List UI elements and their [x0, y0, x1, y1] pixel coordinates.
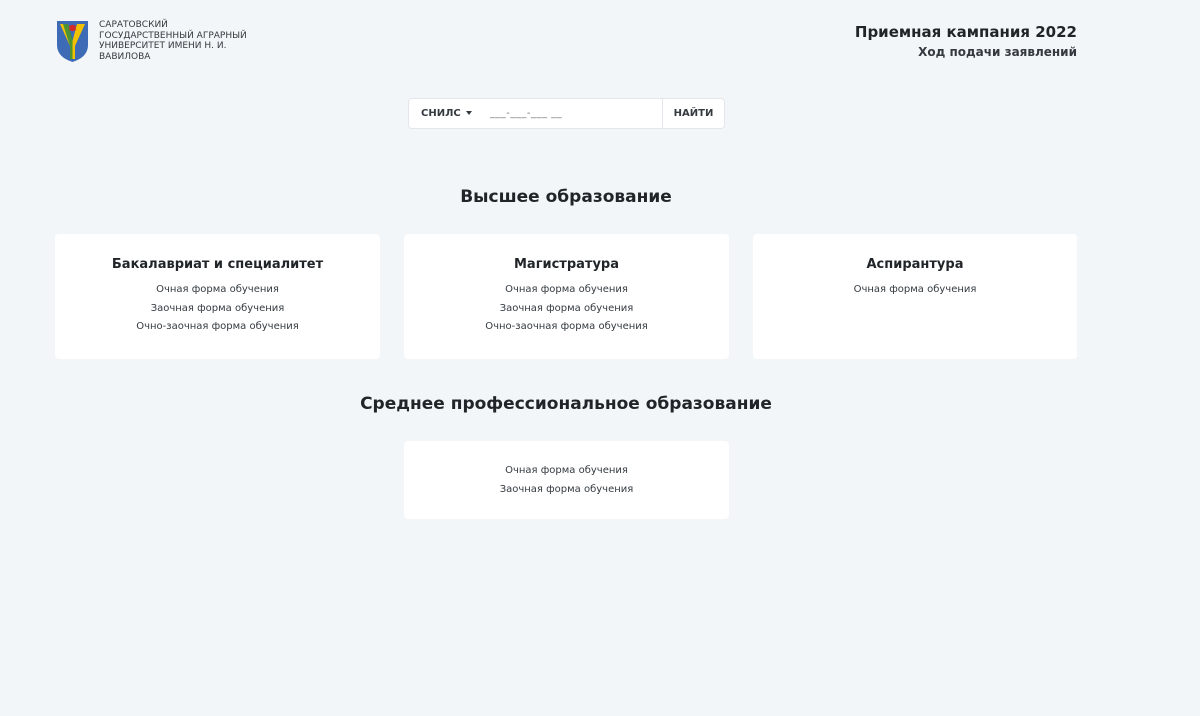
link-mixed-time[interactable]: Очно-заочная форма обучения [404, 318, 729, 337]
caret-down-icon [465, 110, 472, 115]
section-title-higher: Высшее образование [460, 187, 672, 207]
university-logo[interactable]: САРАТОВСКИЙ ГОСУДАРСТВЕННЫЙ АГРАРНЫЙ УНИ… [55, 19, 259, 63]
doc-type-dropdown[interactable]: СНИЛС [409, 99, 482, 128]
find-button[interactable]: НАЙТИ [662, 99, 724, 128]
doc-type-label: СНИЛС [421, 108, 461, 119]
card-master: Магистратура Очная форма обучения Заочна… [404, 234, 729, 359]
campaign-title: Приемная кампания 2022 [854, 23, 1077, 41]
campaign-header: Приемная кампания 2022 Ход подачи заявле… [855, 22, 1077, 61]
card-postgraduate: Аспирантура Очная форма обучения [753, 234, 1077, 359]
card-title: Магистратура [513, 257, 619, 272]
link-part-time[interactable]: Заочная форма обучения [404, 300, 729, 319]
card-bachelor: Бакалавриат и специалитет Очная форма об… [55, 234, 380, 359]
section-title-spo: Среднее профессиональное образование [360, 394, 772, 414]
page: САРАТОВСКИЙ ГОСУДАРСТВЕННЫЙ АГРАРНЫЙ УНИ… [0, 0, 1200, 716]
card-spo: Очная форма обучения Заочная форма обуче… [404, 441, 729, 519]
campaign-subtitle: Ход подачи заявлений [918, 45, 1077, 59]
card-links: Очная форма обучения Заочная форма обуче… [404, 281, 729, 337]
card-links: Очная форма обучения Заочная форма обуче… [55, 281, 380, 337]
link-full-time[interactable]: Очная форма обучения [753, 281, 1077, 300]
search-group: СНИЛС НАЙТИ [408, 98, 725, 129]
card-title: Бакалавриат и специалитет [111, 257, 324, 272]
link-part-time[interactable]: Заочная форма обучения [404, 481, 729, 500]
link-full-time[interactable]: Очная форма обучения [404, 462, 729, 481]
card-title: Аспирантура [866, 257, 964, 272]
university-emblem-icon [57, 21, 88, 62]
card-links: Очная форма обучения [753, 281, 1077, 300]
link-full-time[interactable]: Очная форма обучения [404, 281, 729, 300]
link-part-time[interactable]: Заочная форма обучения [55, 300, 380, 319]
university-name: САРАТОВСКИЙ ГОСУДАРСТВЕННЫЙ АГРАРНЫЙ УНИ… [99, 20, 247, 62]
card-links: Очная форма обучения Заочная форма обуче… [404, 462, 729, 499]
link-full-time[interactable]: Очная форма обучения [55, 281, 380, 300]
snils-input[interactable] [481, 99, 662, 128]
link-mixed-time[interactable]: Очно-заочная форма обучения [55, 318, 380, 337]
